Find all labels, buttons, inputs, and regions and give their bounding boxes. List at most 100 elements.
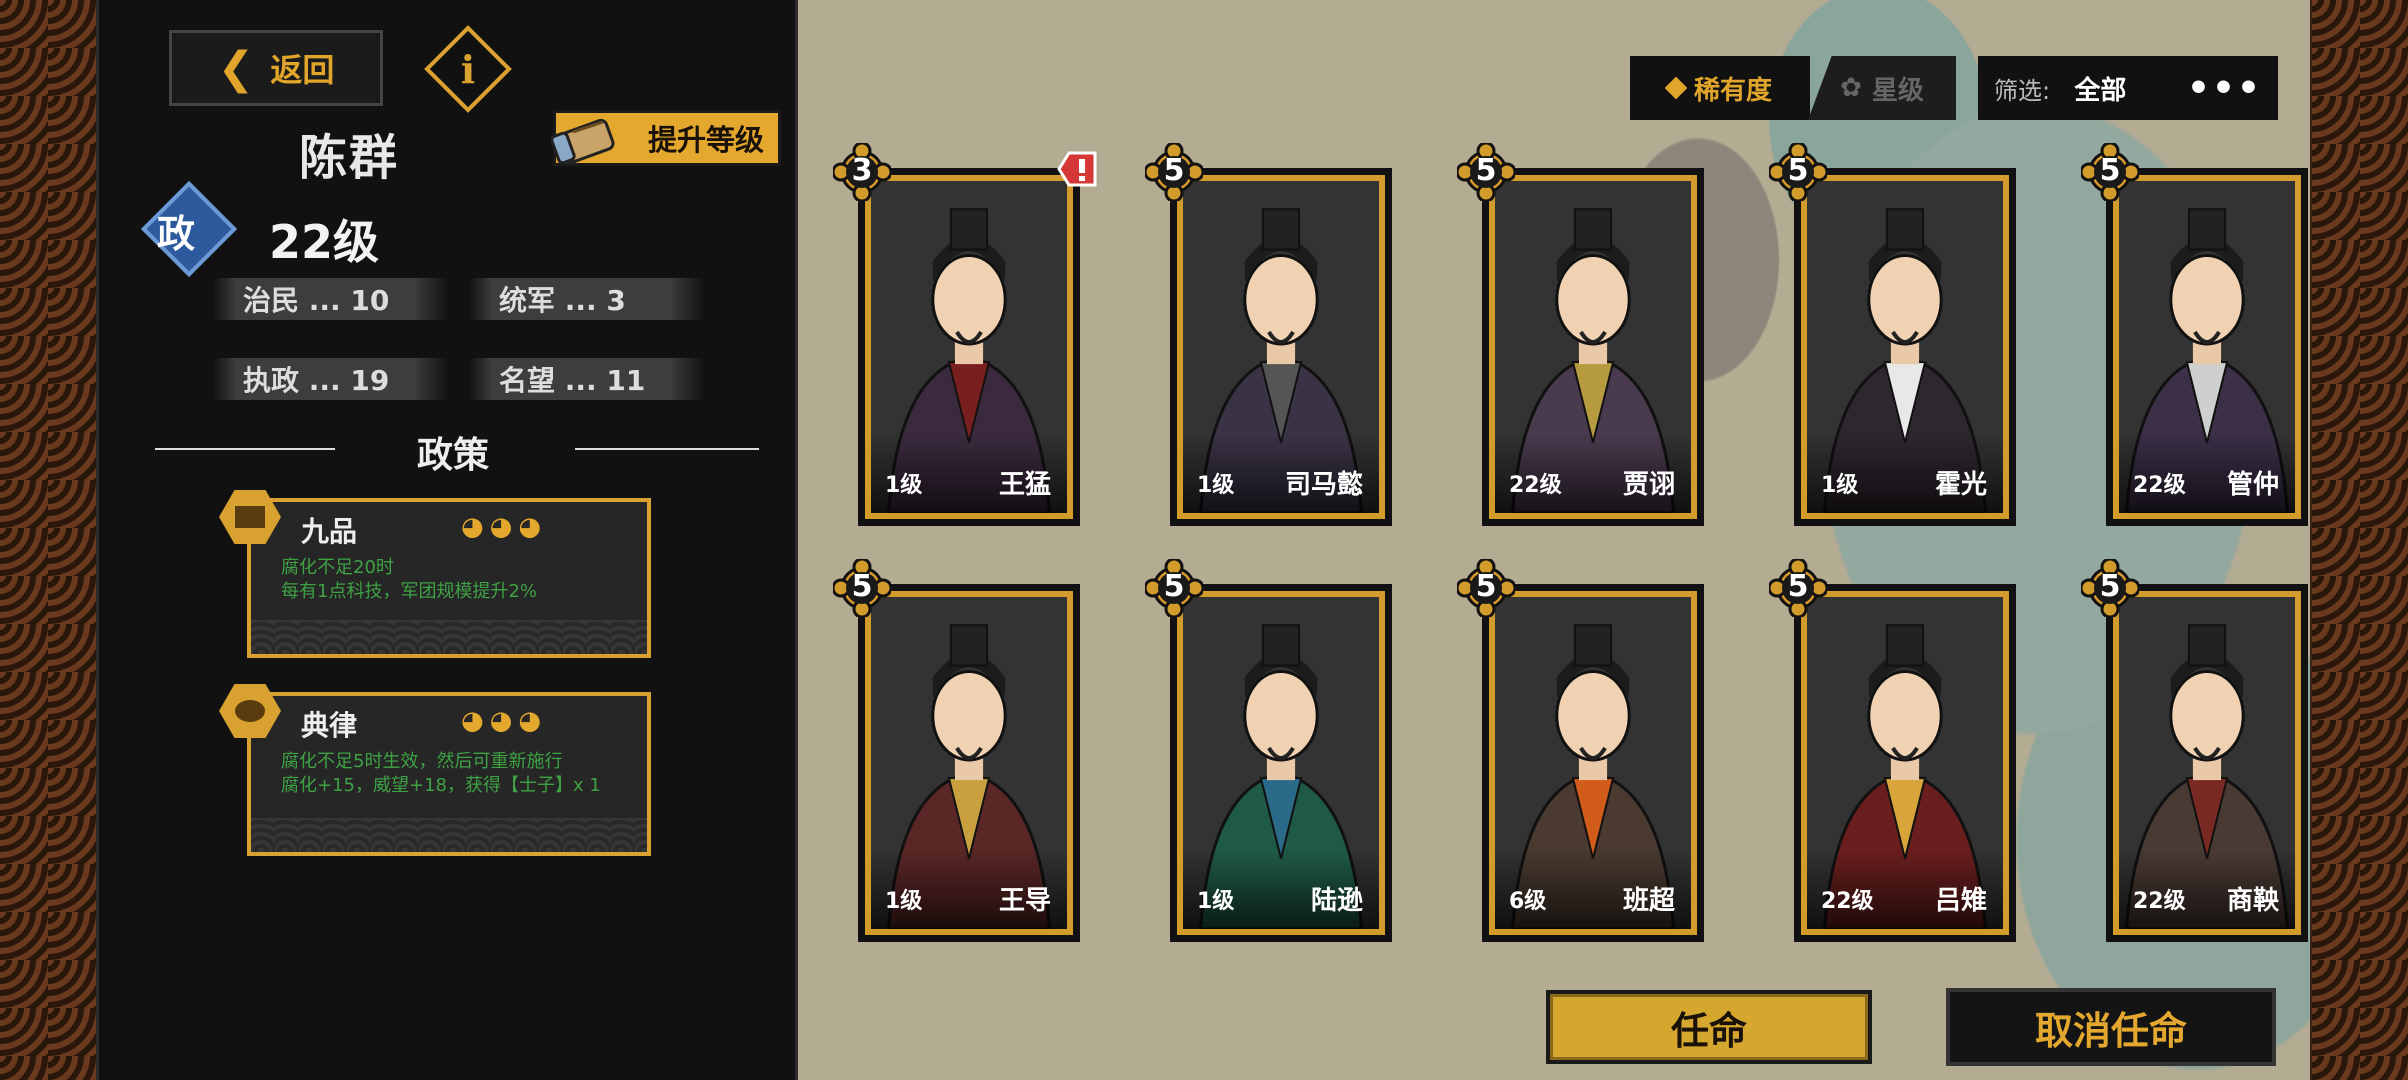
card-name: 吕雉 [1934,886,1987,916]
star-count: 5 [2099,153,2121,188]
character-card[interactable]: 6级 班超 5 [1455,557,1704,942]
filter-label: 筛选: [1994,76,2051,105]
policy-name: 九品 [301,515,358,548]
back-button[interactable]: ❮ 返回 [169,30,383,106]
scroll-icon [551,118,615,165]
character-card[interactable]: 22级 吕雉 5 [1767,557,2016,942]
card-level: 1级 [885,473,923,498]
card-name: 管仲 [2226,470,2279,500]
star-rating-badge: 5 [1767,557,1829,619]
character-card[interactable]: 22级 管仲 5 [2079,141,2308,526]
character-detail-panel: ❮ 返回 i 陈群 提升等级 政 22级 治民 ... 10 统军 ... 3 … [96,0,798,1080]
star-rating-badge: 5 [2079,557,2141,619]
card-level: 22级 [2133,889,2186,914]
character-card[interactable]: 1级 霍光 5 [1767,141,2016,526]
star-count: 5 [1787,153,1809,188]
card-level: 1级 [1821,473,1859,498]
character-name: 陈群 [298,130,399,186]
cancel-appointment-button[interactable]: 取消任命 [1946,988,2276,1066]
policy-name: 典律 [301,709,358,742]
stat-command: 统军 ... 3 [469,278,705,320]
stat-reputation: 名望 ... 11 [469,358,705,400]
policy-stars: ◕◕◕ [461,512,548,542]
star-rating-badge: 3 [831,141,893,203]
sort-rarity-tab[interactable]: 稀有度 [1630,56,1810,120]
card-frame: 1级 陆逊 [1177,591,1385,935]
stat-administration: 执政 ... 19 [213,358,449,400]
sort-star-tab[interactable]: ✿ 星级 [1808,56,1956,120]
star-rating-badge: 5 [2079,141,2141,203]
sort-star-label: 星级 [1871,75,1924,106]
character-card[interactable]: 1级 司马懿 5 [1143,141,1392,526]
diamond-icon [1664,76,1688,100]
info-icon: i [460,46,476,92]
wave-pattern [251,620,647,654]
divider-right [575,448,759,450]
card-level: 1级 [1197,889,1235,914]
upgrade-label: 提升等级 [647,123,764,157]
star-count: 5 [1787,569,1809,604]
card-name: 陆逊 [1310,886,1363,916]
policy-dianlv-icon [217,678,283,744]
policy-title: 政策 [417,435,490,476]
card-name: 贾诩 [1622,470,1675,500]
star-count: 5 [1475,569,1497,604]
star-count: 5 [1163,569,1185,604]
card-level: 22级 [2133,473,2186,498]
filter-value: 全部 [2074,75,2127,106]
politics-badge-label: 政 [157,211,196,256]
character-card[interactable]: 22级 商鞅 5 [2079,557,2308,942]
card-frame: 1级 王导 [865,591,1073,935]
filter-dropdown[interactable]: 筛选: 全部 ••• [1978,56,2278,120]
policy-description: 腐化不足20时 每有1点科技，军团规模提升2% [281,557,538,602]
decorative-border-right [2312,0,2408,1080]
policy-card-jiupin[interactable]: 九品 ◕◕◕ 腐化不足20时 每有1点科技，军团规模提升2% [247,498,651,658]
card-level: 6级 [1509,889,1547,914]
sort-rarity-label: 稀有度 [1693,75,1772,106]
star-rating-badge: 5 [1455,141,1517,203]
card-name: 商鞅 [2226,886,2279,916]
star-count: 5 [851,569,873,604]
card-name: 王猛 [998,470,1051,500]
policy-description: 腐化不足5时生效，然后可重新施行 腐化+15，威望+18，获得【士子】x 1 [281,751,601,796]
policy-stars: ◕◕◕ [461,706,548,736]
character-card[interactable]: 22级 贾诩 5 [1455,141,1704,526]
card-level: 1级 [885,889,923,914]
card-level: 22级 [1509,473,1562,498]
card-frame: 6级 班超 [1489,591,1697,935]
back-label: 返回 [270,51,335,89]
card-name: 霍光 [1934,470,1987,500]
policy-card-dianlv[interactable]: 典律 ◕◕◕ 腐化不足5时生效，然后可重新施行 腐化+15，威望+18，获得【士… [247,692,651,856]
card-name: 王导 [998,886,1051,916]
info-button[interactable]: i [424,25,512,113]
stat-governance: 治民 ... 10 [213,278,449,320]
appoint-button[interactable]: 任命 [1546,990,1872,1064]
policy-jiupin-icon [217,484,283,550]
card-frame: 1级 王猛 [865,175,1073,519]
card-frame: 22级 贾诩 [1489,175,1697,519]
star-count: 5 [1475,153,1497,188]
appoint-label: 任命 [1670,1008,1747,1053]
wave-pattern [251,818,647,852]
character-card[interactable]: 1级 王猛 3 [831,141,1097,526]
character-card[interactable]: 1级 陆逊 5 [1143,557,1392,942]
character-level: 22级 [269,215,380,269]
card-frame: 22级 吕雉 [1801,591,2009,935]
star-rating-badge: 5 [1143,141,1205,203]
card-frame: 1级 霍光 [1801,175,2009,519]
star-rating-badge: 5 [1143,557,1205,619]
level-row: 政 22级 [140,180,380,283]
divider-left [155,448,335,450]
card-name: 司马懿 [1284,470,1363,500]
star-rating-badge: 5 [1767,141,1829,203]
star-rating-badge: 5 [831,557,893,619]
back-arrow-icon: ❮ [217,42,255,94]
card-level: 22级 [1821,889,1874,914]
more-options-icon[interactable]: ••• [2187,68,2262,109]
star-rating-badge: 5 [1455,557,1517,619]
star-count: 5 [2099,569,2121,604]
character-card[interactable]: 1级 王导 5 [831,557,1080,942]
card-frame: 1级 司马懿 [1177,175,1385,519]
card-frame: 22级 管仲 [2113,175,2301,519]
policy-header: 政策 [155,420,765,480]
